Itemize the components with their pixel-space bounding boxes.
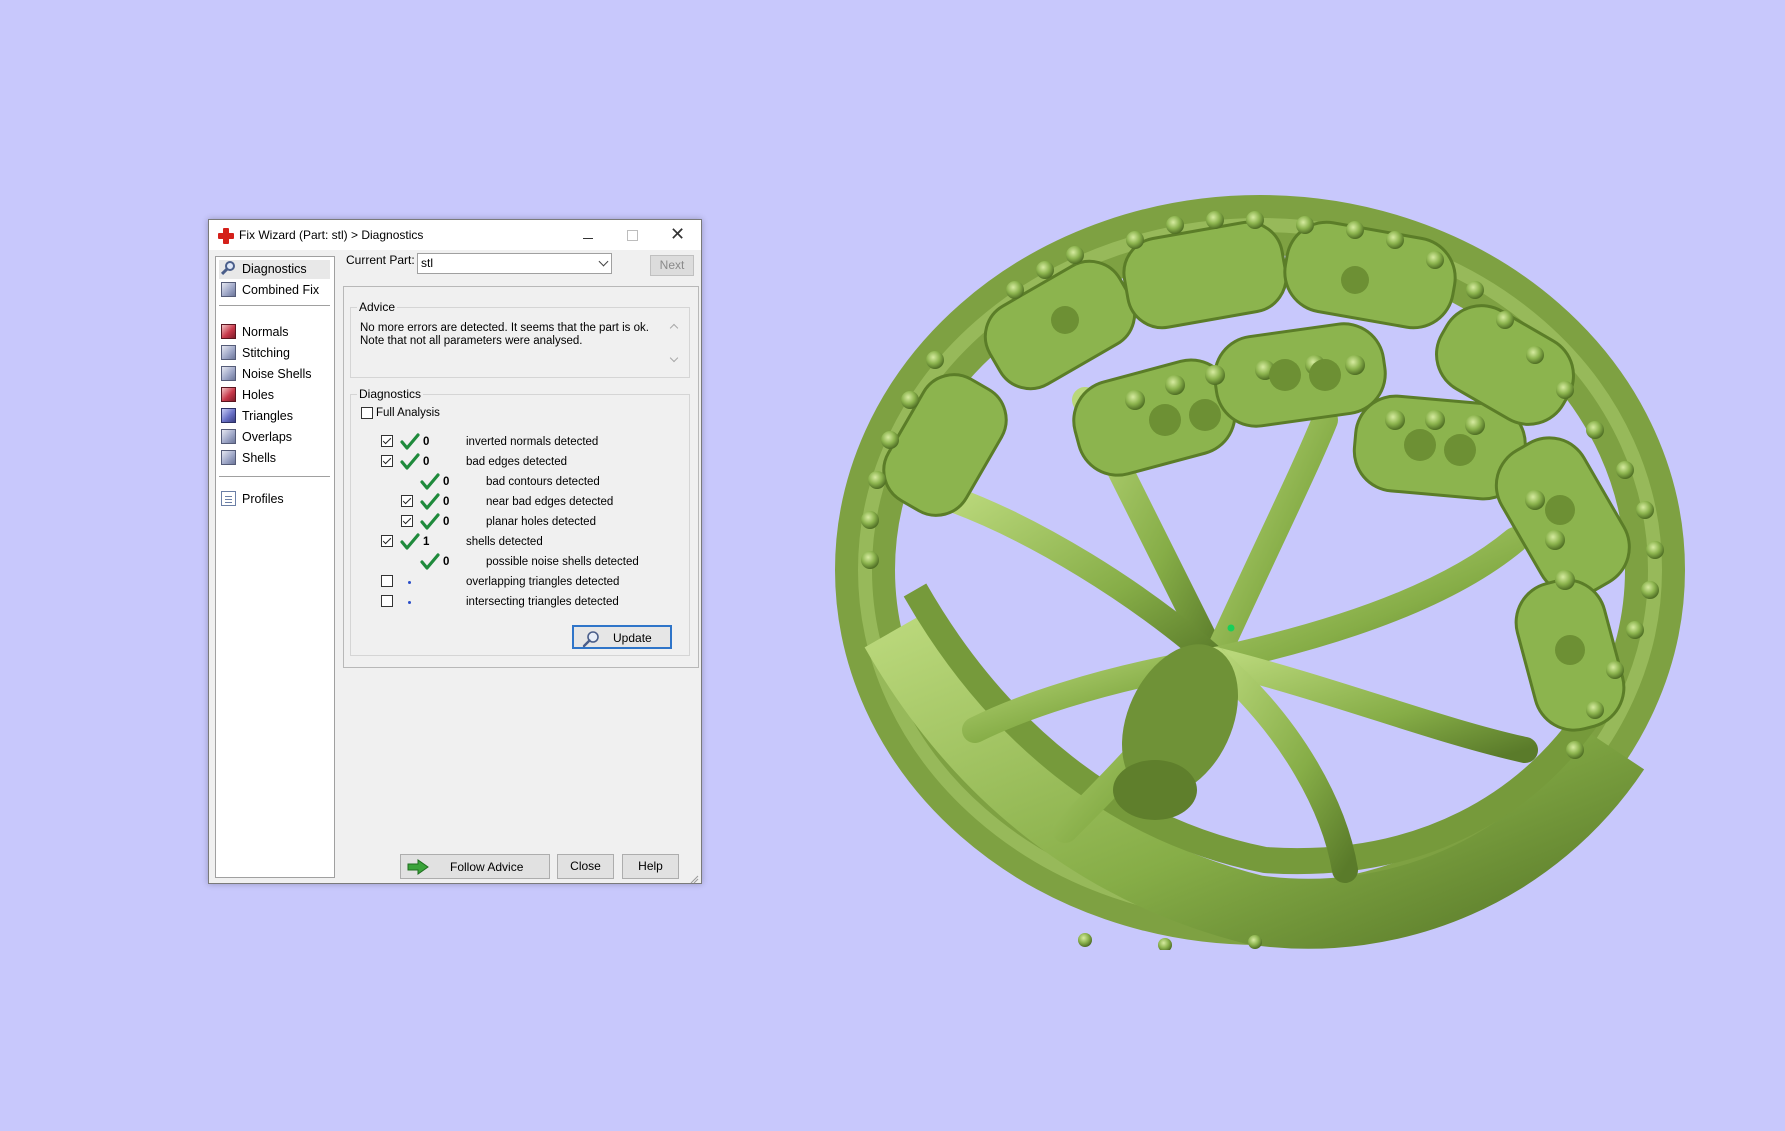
magnifier-icon [582,630,599,648]
noise-shells-label: possible noise shells detected [486,556,639,568]
cube-red-icon [221,324,236,339]
inverted-normals-label: inverted normals detected [466,436,599,448]
nav-item-overlaps[interactable]: Overlaps [219,428,330,447]
check-mark-icon [420,493,440,511]
document-icon [221,491,236,506]
close-window-button[interactable]: ✕ [655,220,700,250]
window-title: Fix Wizard (Part: stl) > Diagnostics [239,228,424,242]
cube-icon [221,366,236,381]
advice-title: Advice [357,300,398,314]
help-button[interactable]: Help [622,854,679,879]
update-label: Update [613,631,652,645]
nav-item-diagnostics[interactable]: Diagnostics [219,260,330,279]
planar-holes-checkbox[interactable] [401,515,413,527]
advice-scrollbar[interactable] [667,321,681,365]
nav-item-label: Shells [242,451,277,465]
shells-checkbox[interactable] [381,535,393,547]
chevron-down-icon [598,256,609,267]
nav-item-label: Diagnostics [242,262,307,276]
cube-icon [221,345,236,360]
maximize-button [610,220,655,250]
shells-label: shells detected [466,536,543,548]
check-mark-icon [400,453,420,471]
next-button[interactable]: Next [650,255,694,276]
wizard-nav-panel: Diagnostics Combined Fix Normals Stitchi… [215,256,335,878]
follow-advice-label: Follow Advice [450,860,524,874]
title-bar[interactable]: Fix Wizard (Part: stl) > Diagnostics ✕ [209,220,701,250]
magnifier-icon [220,261,236,276]
nav-item-label: Triangles [242,409,293,423]
noise-shells-count: 0 [443,556,450,568]
resize-grip-icon[interactable] [690,872,699,884]
near-bad-edges-count: 0 [443,496,450,508]
planar-holes-label: planar holes detected [486,516,596,528]
nav-item-label: Normals [242,325,289,339]
nav-item-normals[interactable]: Normals [219,323,330,342]
check-mark-icon [420,473,440,491]
overlapping-triangles-checkbox[interactable] [381,575,393,587]
close-button[interactable]: Close [557,854,614,879]
current-part-select[interactable]: stl [417,253,612,274]
full-analysis-checkbox[interactable] [361,407,373,419]
current-part-label: Current Part: [346,253,415,267]
cube-icon [221,429,236,444]
pending-dot-icon [408,601,411,604]
planar-holes-count: 0 [443,516,450,528]
cube-blue-icon [221,408,236,423]
nav-item-holes[interactable]: Holes [219,386,330,405]
cube-icon [221,282,236,297]
cube-icon [221,450,236,465]
inverted-normals-count: 0 [423,436,430,448]
check-mark-icon [420,513,440,531]
bad-contours-count: 0 [443,476,450,488]
intersecting-triangles-label: intersecting triangles detected [466,596,619,608]
update-button[interactable]: Update [572,625,672,649]
check-mark-icon [400,533,420,551]
advice-text: No more errors are detected. It seems th… [360,322,649,347]
nav-item-shells[interactable]: Shells [219,449,330,468]
bad-edges-checkbox[interactable] [381,455,393,467]
advice-group: Advice No more errors are detected. It s… [350,300,690,378]
intersecting-triangles-checkbox[interactable] [381,595,393,607]
bad-edges-label: bad edges detected [466,456,568,468]
shells-count: 1 [423,536,430,548]
nav-item-label: Overlaps [242,430,293,444]
nav-item-noise-shells[interactable]: Noise Shells [219,365,330,384]
ring-model-image [835,195,1685,952]
near-bad-edges-label: near bad edges detected [486,496,614,508]
bad-contours-label: bad contours detected [486,476,600,488]
near-bad-edges-checkbox[interactable] [401,495,413,507]
inverted-normals-checkbox[interactable] [381,435,393,447]
nav-item-label: Profiles [242,492,284,506]
diagnostics-title: Diagnostics [357,387,424,401]
3d-model-viewport[interactable] [835,170,1695,953]
overlapping-triangles-label: overlapping triangles detected [466,576,620,588]
nav-item-stitching[interactable]: Stitching [219,344,330,363]
minimize-button[interactable] [565,220,610,250]
nav-item-triangles[interactable]: Triangles [219,407,330,426]
follow-advice-button[interactable]: Follow Advice [400,854,550,879]
nav-item-combined-fix[interactable]: Combined Fix [219,281,330,300]
check-mark-icon [400,433,420,451]
app-cross-icon [218,228,234,244]
full-analysis-label: Full Analysis [376,407,440,419]
nav-divider [219,476,330,477]
check-mark-icon [420,553,440,571]
fix-wizard-window: Fix Wizard (Part: stl) > Diagnostics ✕ D… [208,219,702,884]
scroll-up-icon[interactable] [669,323,679,333]
current-part-value: stl [421,256,433,270]
nav-item-label: Stitching [242,346,290,360]
scroll-down-icon[interactable] [669,353,679,363]
pending-dot-icon [408,581,411,584]
arrow-right-icon [407,859,429,875]
nav-item-label: Holes [242,388,274,402]
nav-item-label: Noise Shells [242,367,312,381]
bad-edges-count: 0 [423,456,430,468]
cube-red-icon [221,387,236,402]
nav-item-label: Combined Fix [242,283,320,297]
nav-item-profiles[interactable]: Profiles [219,490,330,509]
nav-divider [219,305,330,306]
